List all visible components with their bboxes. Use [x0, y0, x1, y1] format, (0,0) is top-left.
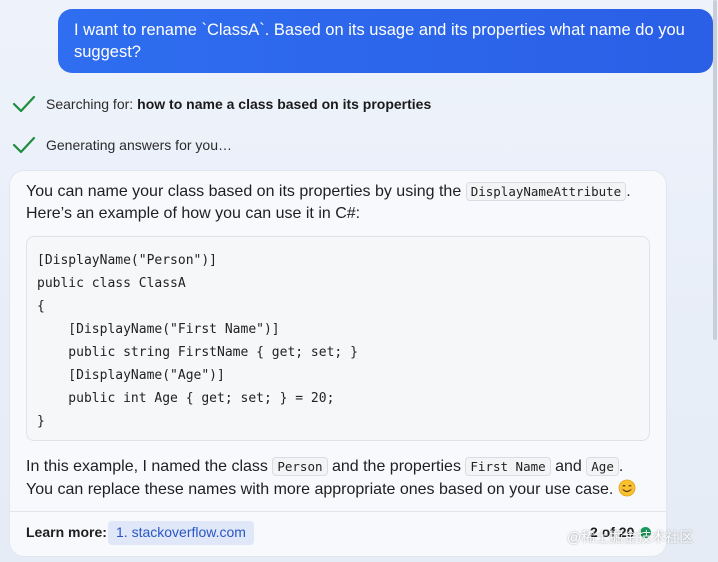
inline-code: Age: [586, 457, 619, 476]
answer-text: and: [555, 458, 582, 475]
answer-text: .: [626, 183, 631, 200]
checkmark-icon: [12, 136, 36, 154]
source-link-stackoverflow[interactable]: 1. stackoverflow.com: [108, 521, 254, 545]
status-generating: Generating answers for you…: [12, 133, 232, 157]
answer-text: You can name your class based on its pro…: [26, 183, 462, 200]
answer-card: You can name your class based on its pro…: [10, 171, 666, 556]
code-line: public string FirstName { get; set; }: [37, 345, 358, 360]
answer-outro-line2: You can replace these names with more ap…: [26, 479, 636, 501]
code-line: [DisplayName("Age")]: [37, 368, 225, 383]
code-line: [DisplayName("Person")]: [37, 253, 218, 268]
code-block[interactable]: [DisplayName("Person")] public class Clas…: [26, 236, 650, 441]
answer-intro-line2: Here’s an example of how you can use it …: [26, 205, 361, 222]
scrollbar[interactable]: [712, 0, 718, 562]
inline-code: First Name: [465, 457, 551, 476]
scrollbar-thumb[interactable]: [713, 0, 717, 340]
status-query: how to name a class based on its propert…: [137, 96, 432, 112]
status-searching: Searching for: how to name a class based…: [12, 92, 431, 116]
answer-text: In this example, I named the class: [26, 458, 268, 475]
status-prefix: Searching for:: [46, 96, 134, 112]
answer-text: and the properties: [331, 458, 461, 475]
inline-code: DisplayNameAttribute: [465, 182, 627, 201]
code-line: }: [37, 414, 45, 429]
answer-intro: You can name your class based on its pro…: [26, 181, 631, 203]
answer-outro: In this example, I named the class Perso…: [26, 456, 623, 478]
checkmark-icon: [12, 95, 36, 113]
user-message-text: I want to rename `ClassA`. Based on its …: [74, 21, 685, 61]
user-message-bubble: I want to rename `ClassA`. Based on its …: [58, 9, 713, 73]
watermark: @稀土掘金技术社区: [567, 529, 694, 545]
smiling-face-icon: [618, 479, 636, 497]
code-line: public class ClassA: [37, 276, 186, 291]
code-line: [DisplayName("First Name")]: [37, 322, 280, 337]
code-line: {: [37, 299, 45, 314]
answer-text: .: [618, 458, 624, 475]
inline-code: Person: [272, 457, 328, 476]
answer-text: You can replace these names with more ap…: [26, 481, 614, 498]
code-line: public int Age { get; set; } = 20;: [37, 391, 335, 406]
status-prefix: Generating answers for you…: [46, 137, 232, 153]
learn-more-label: Learn more:: [26, 524, 107, 540]
